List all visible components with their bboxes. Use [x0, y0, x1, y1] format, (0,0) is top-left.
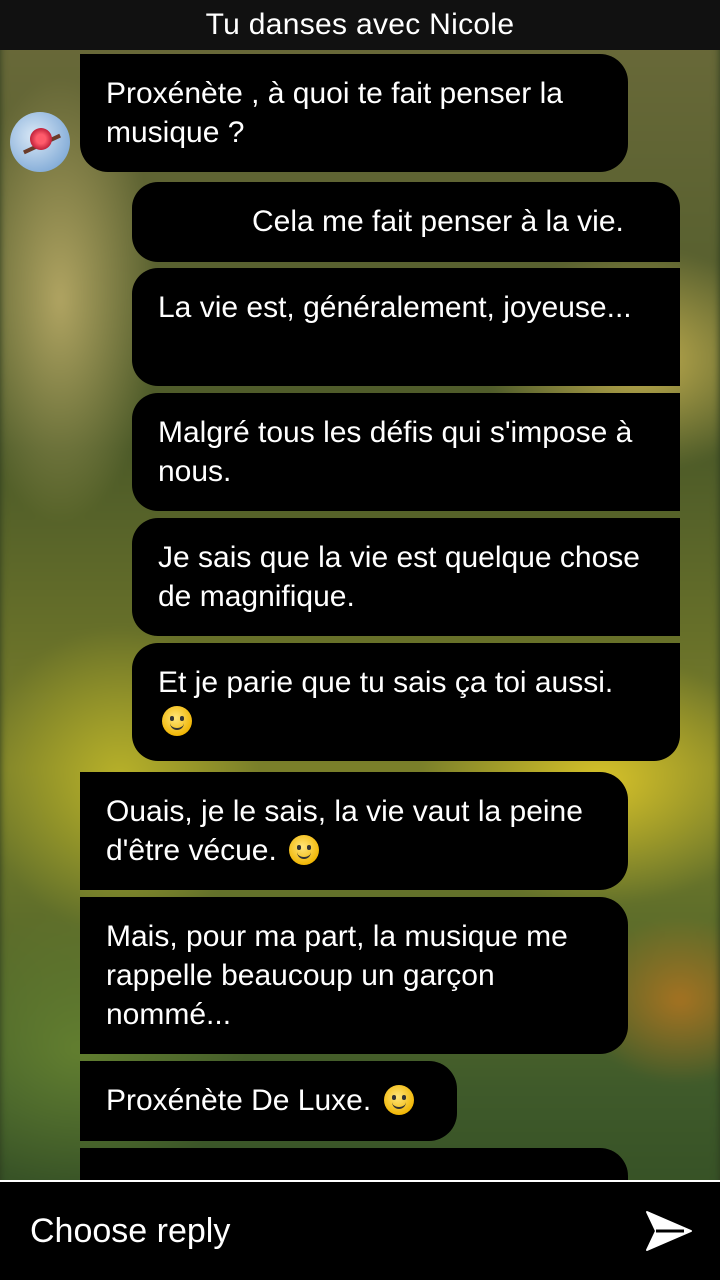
smiley-emoji-icon: [162, 706, 192, 736]
message-text: Proxénète De Luxe.: [106, 1084, 372, 1117]
message-text: Malgré tous les défis qui s'impose à nou…: [158, 416, 633, 488]
message-bubble: Ouais, je le sais, la vie vaut la peine …: [80, 772, 628, 890]
message-text: Et je parie que tu sais ça toi aussi.: [158, 666, 614, 699]
message-bubble: Proxénète De Luxe.: [80, 1061, 457, 1141]
chat-title: Tu danses avec Nicole: [205, 8, 515, 41]
avatar-flower: [30, 128, 52, 150]
message-text: Ouais, je le sais, la vie vaut la peine …: [106, 795, 583, 867]
contact-avatar: [10, 112, 70, 172]
message-list[interactable]: Proxénète , à quoi te fait penser la mus…: [0, 50, 720, 1180]
reply-bar[interactable]: Choose reply: [0, 1180, 720, 1280]
message-bubble-partial: [80, 1148, 628, 1180]
chat-header: Tu danses avec Nicole: [0, 0, 720, 50]
message-text: Proxénète , à quoi te fait penser la mus…: [106, 77, 563, 149]
message-bubble: Mais, pour ma part, la musique me rappel…: [80, 897, 628, 1054]
smiley-emoji-icon: [289, 835, 320, 865]
message-bubble: Cela me fait penser à la vie.: [132, 182, 680, 262]
smiley-emoji-icon: [383, 1085, 414, 1115]
message-text: Je sais que la vie est quelque chose de …: [158, 541, 640, 613]
message-text: Mais, pour ma part, la musique me rappel…: [106, 920, 568, 1031]
message-bubble: Et je parie que tu sais ça toi aussi.: [132, 643, 680, 761]
send-arrow-icon[interactable]: [644, 1209, 694, 1253]
message-bubble: Malgré tous les défis qui s'impose à nou…: [132, 393, 680, 511]
message-text: Cela me fait penser à la vie.: [252, 205, 624, 238]
message-bubble: Je sais que la vie est quelque chose de …: [132, 518, 680, 636]
message-bubble: La vie est, généralement, joyeuse...: [132, 268, 680, 386]
message-text: La vie est, généralement, joyeuse...: [158, 291, 632, 324]
message-bubble: Proxénète , à quoi te fait penser la mus…: [80, 54, 628, 172]
choose-reply-button[interactable]: Choose reply: [30, 1212, 230, 1251]
